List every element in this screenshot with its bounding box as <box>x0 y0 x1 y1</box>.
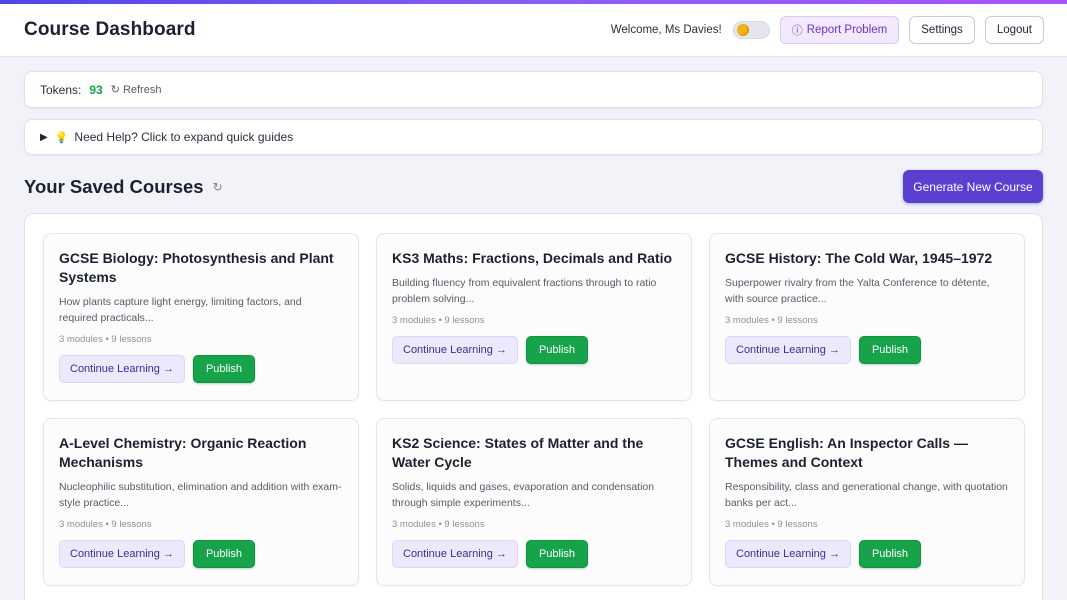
course-meta: 3 modules • 9 lessons <box>725 519 818 530</box>
continue-learning-label: Continue Learning → <box>736 344 840 356</box>
page-title: Course Dashboard <box>24 19 196 40</box>
lightbulb-icon: 💡 <box>54 131 69 144</box>
theme-toggle[interactable] <box>732 21 770 39</box>
sun-icon <box>736 24 749 36</box>
publish-label: Publish <box>871 344 909 356</box>
logout-label: Logout <box>996 24 1032 36</box>
course-card: KS3 Maths: Fractions, Decimals and Ratio… <box>376 233 692 401</box>
continue-learning-button[interactable]: Continue Learning → <box>725 336 851 364</box>
course-title: GCSE Biology: Photosynthesis and Plant S… <box>59 250 334 285</box>
course-title: GCSE History: The Cold War, 1945–1972 <box>725 250 993 266</box>
report-problem-button[interactable]: ⓘ Report Problem <box>779 16 900 44</box>
course-title: KS2 Science: States of Matter and the Wa… <box>392 435 644 470</box>
publish-label: Publish <box>538 548 576 560</box>
continue-learning-button[interactable]: Continue Learning → <box>59 540 185 568</box>
course-actions: Continue Learning → Publish <box>392 336 676 364</box>
help-expander[interactable]: ▶ 💡 Need Help? Click to expand quick gui… <box>24 119 1043 155</box>
publish-button[interactable]: Publish <box>858 336 922 364</box>
help-text: Need Help? Click to expand quick guides <box>74 130 294 144</box>
course-title: KS3 Maths: Fractions, Decimals and Ratio <box>392 250 673 266</box>
course-description: Solids, liquids and gases, evaporation a… <box>392 481 655 509</box>
continue-learning-label: Continue Learning → <box>70 363 174 375</box>
publish-button[interactable]: Publish <box>858 540 922 568</box>
continue-learning-button[interactable]: Continue Learning → <box>725 540 851 568</box>
publish-button[interactable]: Publish <box>192 540 256 568</box>
tokens-count: 93 <box>89 82 103 97</box>
publish-button[interactable]: Publish <box>192 355 256 383</box>
settings-label: Settings <box>921 24 963 36</box>
course-title: GCSE English: An Inspector Calls — Theme… <box>725 435 968 470</box>
tokens-refresh-button[interactable]: ↻ Refresh <box>110 83 162 97</box>
triangle-right-icon: ▶ <box>40 131 48 143</box>
course-actions: Continue Learning → Publish <box>59 540 343 568</box>
publish-button[interactable]: Publish <box>525 336 589 364</box>
welcome-text: Welcome, Ms Davies! <box>610 24 722 36</box>
app-header: Course Dashboard Welcome, Ms Davies! ⓘ R… <box>0 4 1067 57</box>
course-meta: 3 modules • 9 lessons <box>59 334 152 345</box>
continue-learning-label: Continue Learning → <box>736 548 840 560</box>
logout-button[interactable]: Logout <box>984 16 1044 44</box>
section-heading: Your Saved Courses ↻ <box>24 176 223 198</box>
course-description: Nucleophilic substitution, elimination a… <box>59 481 342 509</box>
course-card: GCSE English: An Inspector Calls — Theme… <box>709 418 1025 586</box>
course-card: KS2 Science: States of Matter and the Wa… <box>376 418 692 586</box>
course-meta: 3 modules • 9 lessons <box>392 315 485 326</box>
continue-learning-button[interactable]: Continue Learning → <box>392 336 518 364</box>
course-actions: Continue Learning → Publish <box>725 336 1009 364</box>
refresh-label: Refresh <box>122 83 162 96</box>
report-problem-label: Report Problem <box>806 24 888 36</box>
publish-label: Publish <box>205 363 243 375</box>
info-icon: ⓘ <box>791 25 803 37</box>
refresh-icon: ↻ <box>110 84 120 96</box>
continue-learning-label: Continue Learning → <box>403 344 507 356</box>
course-description: Building fluency from equivalent fractio… <box>392 277 657 305</box>
refresh-courses-icon[interactable]: ↻ <box>213 180 223 194</box>
course-title: A-Level Chemistry: Organic Reaction Mech… <box>59 435 307 470</box>
course-card: A-Level Chemistry: Organic Reaction Mech… <box>43 418 359 586</box>
continue-learning-button[interactable]: Continue Learning → <box>59 355 185 383</box>
section-title: Your Saved Courses <box>24 176 204 197</box>
publish-label: Publish <box>871 548 909 560</box>
publish-label: Publish <box>205 548 243 560</box>
course-description: How plants capture light energy, limitin… <box>59 296 302 324</box>
continue-learning-label: Continue Learning → <box>70 548 174 560</box>
course-meta: 3 modules • 9 lessons <box>59 519 152 530</box>
header-actions: Welcome, Ms Davies! ⓘ Report Problem Set… <box>611 16 1044 44</box>
course-grid: GCSE Biology: Photosynthesis and Plant S… <box>43 233 1026 586</box>
tokens-label: Tokens: <box>40 82 82 97</box>
tokens-panel: Tokens: 93 ↻ Refresh <box>24 71 1043 108</box>
courses-panel: GCSE Biology: Photosynthesis and Plant S… <box>24 213 1043 600</box>
continue-learning-button[interactable]: Continue Learning → <box>392 540 518 568</box>
settings-button[interactable]: Settings <box>909 16 975 44</box>
continue-learning-label: Continue Learning → <box>403 548 507 560</box>
generate-course-label: Generate New Course <box>913 179 1033 194</box>
course-card: GCSE Biology: Photosynthesis and Plant S… <box>43 233 359 401</box>
publish-label: Publish <box>538 344 576 356</box>
course-actions: Continue Learning → Publish <box>59 355 343 383</box>
course-actions: Continue Learning → Publish <box>392 540 676 568</box>
publish-button[interactable]: Publish <box>525 540 589 568</box>
course-meta: 3 modules • 9 lessons <box>392 519 485 530</box>
course-meta: 3 modules • 9 lessons <box>725 315 818 326</box>
generate-course-button[interactable]: Generate New Course <box>903 170 1043 203</box>
course-description: Superpower rivalry from the Yalta Confer… <box>725 277 990 305</box>
course-description: Responsibility, class and generational c… <box>725 481 1008 509</box>
course-actions: Continue Learning → Publish <box>725 540 1009 568</box>
course-card: GCSE History: The Cold War, 1945–1972 Su… <box>709 233 1025 401</box>
